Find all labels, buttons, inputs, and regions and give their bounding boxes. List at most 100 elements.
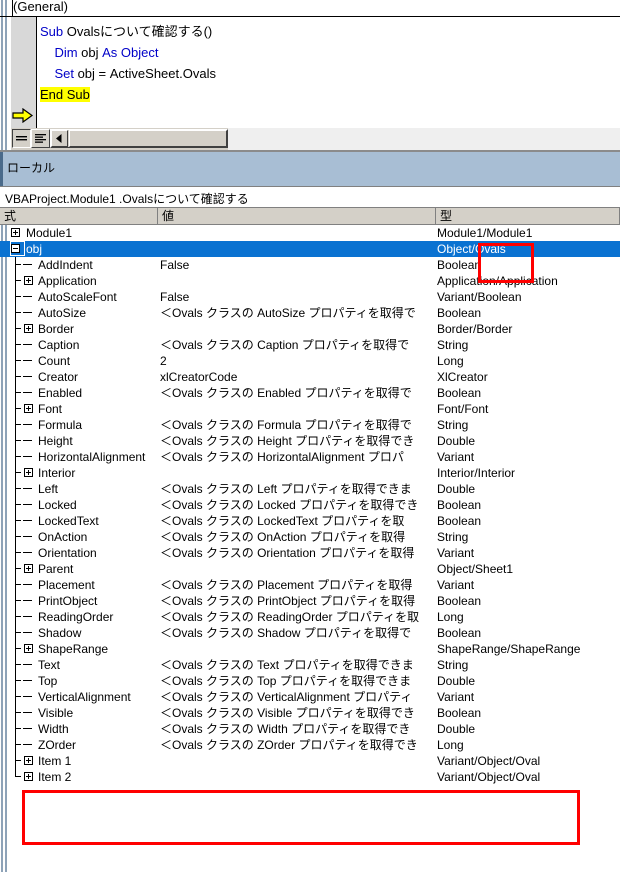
locals-grid-header[interactable]: 式 値型 <box>0 208 620 224</box>
cell-value: 2 <box>160 354 167 368</box>
cell-type: XlCreator <box>437 370 488 384</box>
table-row[interactable]: Item 1 Variant/Object/Oval <box>0 753 620 769</box>
table-row[interactable]: Count 2 Long <box>0 353 620 369</box>
table-row[interactable]: Enabled ＜Ovals クラスの Enabled プロパティを取得で Bool… <box>0 385 620 401</box>
table-row[interactable]: Module1 Module1/Module1 <box>0 225 620 241</box>
cell-type: Long <box>437 354 464 368</box>
column-header-3[interactable]: 型 <box>436 208 620 224</box>
table-row[interactable]: Placement ＜Ovals クラスの Placement プロパティを取得 V… <box>0 577 620 593</box>
expand-plus-icon[interactable] <box>9 225 25 241</box>
tree-leaf-dash-icon <box>22 385 38 401</box>
table-row[interactable]: Orientation ＜Ovals クラスの Orientation プロパティ… <box>0 545 620 561</box>
table-row[interactable]: AutoSize ＜Ovals クラスの AutoSize プロパティを取得で Bo… <box>0 305 620 321</box>
expand-plus-icon[interactable] <box>22 273 38 289</box>
table-row[interactable]: ZOrder ＜Ovals クラスの ZOrder プロパティを取得でき Long <box>0 737 620 753</box>
table-row[interactable]: Interior Interior/Interior <box>0 465 620 481</box>
table-row[interactable]: ShapeRange ShapeRange/ShapeRange <box>0 641 620 657</box>
tree-leaf-dash-icon <box>22 545 38 561</box>
cell-expression: Placement <box>38 578 95 592</box>
table-row[interactable]: VerticalAlignment ＜Ovals クラスの VerticalAli… <box>0 689 620 705</box>
cell-type: Boolean <box>437 594 482 608</box>
procedure-view-button[interactable] <box>12 129 31 148</box>
cell-type: Variant/Object/Oval <box>437 754 541 768</box>
cell-type: Object/Ovals <box>437 242 506 256</box>
expand-plus-icon[interactable] <box>22 769 38 785</box>
cell-type: Double <box>437 674 476 688</box>
tree-leaf-dash-icon <box>22 481 38 497</box>
table-row[interactable]: Font Font/Font <box>0 401 620 417</box>
scrollbar-thumb[interactable] <box>69 130 227 147</box>
table-row[interactable]: Parent Object/Sheet1 <box>0 561 620 577</box>
expand-plus-icon[interactable] <box>22 561 38 577</box>
table-row[interactable]: Formula ＜Ovals クラスの Formula プロパティを取得で Stri… <box>0 417 620 433</box>
table-row[interactable]: Shadow ＜Ovals クラスの Shadow プロパティを取得で Boolea… <box>0 625 620 641</box>
scroll-left-button[interactable] <box>51 130 68 147</box>
window-left-gutter-icon <box>0 0 12 16</box>
cell-value <box>160 561 436 577</box>
tree-leaf-dash-icon <box>22 593 38 609</box>
tree-leaf-dash-icon <box>22 657 38 673</box>
locals-context-text: VBAProject.Module1 .Ovalsについて確認する <box>5 192 249 206</box>
cell-expression: AutoScaleFont <box>38 290 117 304</box>
column-header-1[interactable]: 式 <box>0 208 158 224</box>
column-header-label: 型 <box>440 209 453 223</box>
tree-leaf-dash-icon <box>22 257 38 273</box>
tree-leaf-dash-icon <box>22 305 38 321</box>
table-row[interactable]: ReadingOrder ＜Ovals クラスの ReadingOrder プロパ… <box>0 609 620 625</box>
expand-plus-icon[interactable] <box>22 753 38 769</box>
full-module-view-button[interactable] <box>31 129 50 148</box>
table-row[interactable]: Creator xlCreatorCode XlCreator <box>0 369 620 385</box>
cell-expression: LockedText <box>38 514 99 528</box>
tree-leaf-dash-icon <box>22 337 38 353</box>
table-row[interactable]: Caption ＜Ovals クラスの Caption プロパティを取得で Stri… <box>0 337 620 353</box>
table-row[interactable]: OnAction ＜Ovals クラスの OnAction プロパティを取得 Str… <box>0 529 620 545</box>
table-row[interactable]: Border Border/Border <box>0 321 620 337</box>
cell-value: ＜Ovals クラスの VerticalAlignment プロパティ <box>160 690 413 704</box>
table-row[interactable]: Item 2 Variant/Object/Oval <box>0 769 620 785</box>
cell-expression: ReadingOrder <box>38 610 114 624</box>
column-header-2[interactable]: 値 <box>158 208 436 224</box>
locals-grid-body[interactable]: Module1 Module1/Module1 obj Object/Ovals Add… <box>0 225 620 872</box>
table-row[interactable]: Visible ＜Ovals クラスの Visible プロパティを取得でき Boo… <box>0 705 620 721</box>
cell-value: False <box>160 290 190 304</box>
cell-expression: Height <box>38 434 73 448</box>
table-row[interactable]: Left ＜Ovals クラスの Left プロパティを取得できま Double <box>0 481 620 497</box>
table-row[interactable]: Text ＜Ovals クラスの Text プロパティを取得できま String <box>0 657 620 673</box>
table-row[interactable]: obj Object/Ovals <box>0 241 620 257</box>
cell-value: ＜Ovals クラスの LockedText プロパティを取 <box>160 514 405 528</box>
code-pane: (General) Sub Ovalsについて確認する() Dim obj As… <box>0 0 620 150</box>
column-header-label: 式 <box>4 209 17 223</box>
vbe-window: (General) Sub Ovalsについて確認する() Dim obj As… <box>0 0 620 872</box>
cell-value: ＜Ovals クラスの PrintObject プロパティを取得 <box>160 594 416 608</box>
locals-title-bar: ローカル <box>0 152 620 186</box>
cell-type: Double <box>437 482 476 496</box>
cell-expression: Shadow <box>38 626 82 640</box>
table-row[interactable]: HorizontalAlignment ＜Ovals クラスの Horizonta… <box>0 449 620 465</box>
expand-plus-icon[interactable] <box>22 401 38 417</box>
horizontal-scrollbar[interactable] <box>50 129 228 148</box>
cell-type: String <box>437 530 469 544</box>
expand-plus-icon[interactable] <box>22 465 38 481</box>
expand-plus-icon[interactable] <box>22 321 38 337</box>
cell-value: ＜Ovals クラスの Formula プロパティを取得で <box>160 418 412 432</box>
code-text[interactable]: Sub Ovalsについて確認する() Dim obj As Object Se… <box>40 21 615 105</box>
table-row[interactable]: Width ＜Ovals クラスの Width プロパティを取得でき Double <box>0 721 620 737</box>
cell-value: ＜Ovals クラスの OnAction プロパティを取得 <box>160 530 406 544</box>
expand-plus-icon[interactable] <box>22 641 38 657</box>
table-row[interactable]: Locked ＜Ovals クラスの Locked プロパティを取得でき Boole… <box>0 497 620 513</box>
cell-type: Variant <box>437 578 475 592</box>
selection-focus-outline <box>10 241 25 256</box>
table-row[interactable]: LockedText ＜Ovals クラスの LockedText プロパティを取… <box>0 513 620 529</box>
cell-type: Variant <box>437 690 475 704</box>
table-row[interactable]: Height ＜Ovals クラスの Height プロパティを取得でき Doubl… <box>0 433 620 449</box>
table-row[interactable]: PrintObject ＜Ovals クラスの PrintObject プロパティ… <box>0 593 620 609</box>
table-row[interactable]: Top ＜Ovals クラスの Top プロパティを取得できま Double <box>0 673 620 689</box>
object-dropdown-label[interactable]: (General) <box>13 0 68 15</box>
cell-value <box>160 769 436 785</box>
table-row[interactable]: Application Application/Application <box>0 273 620 289</box>
cell-value: xlCreatorCode <box>160 370 238 384</box>
table-row[interactable]: AutoScaleFont False Variant/Boolean <box>0 289 620 305</box>
cell-type: Long <box>437 738 464 752</box>
table-row[interactable]: AddIndent False Boolean <box>0 257 620 273</box>
footer-left-gutter-icon <box>0 128 11 150</box>
